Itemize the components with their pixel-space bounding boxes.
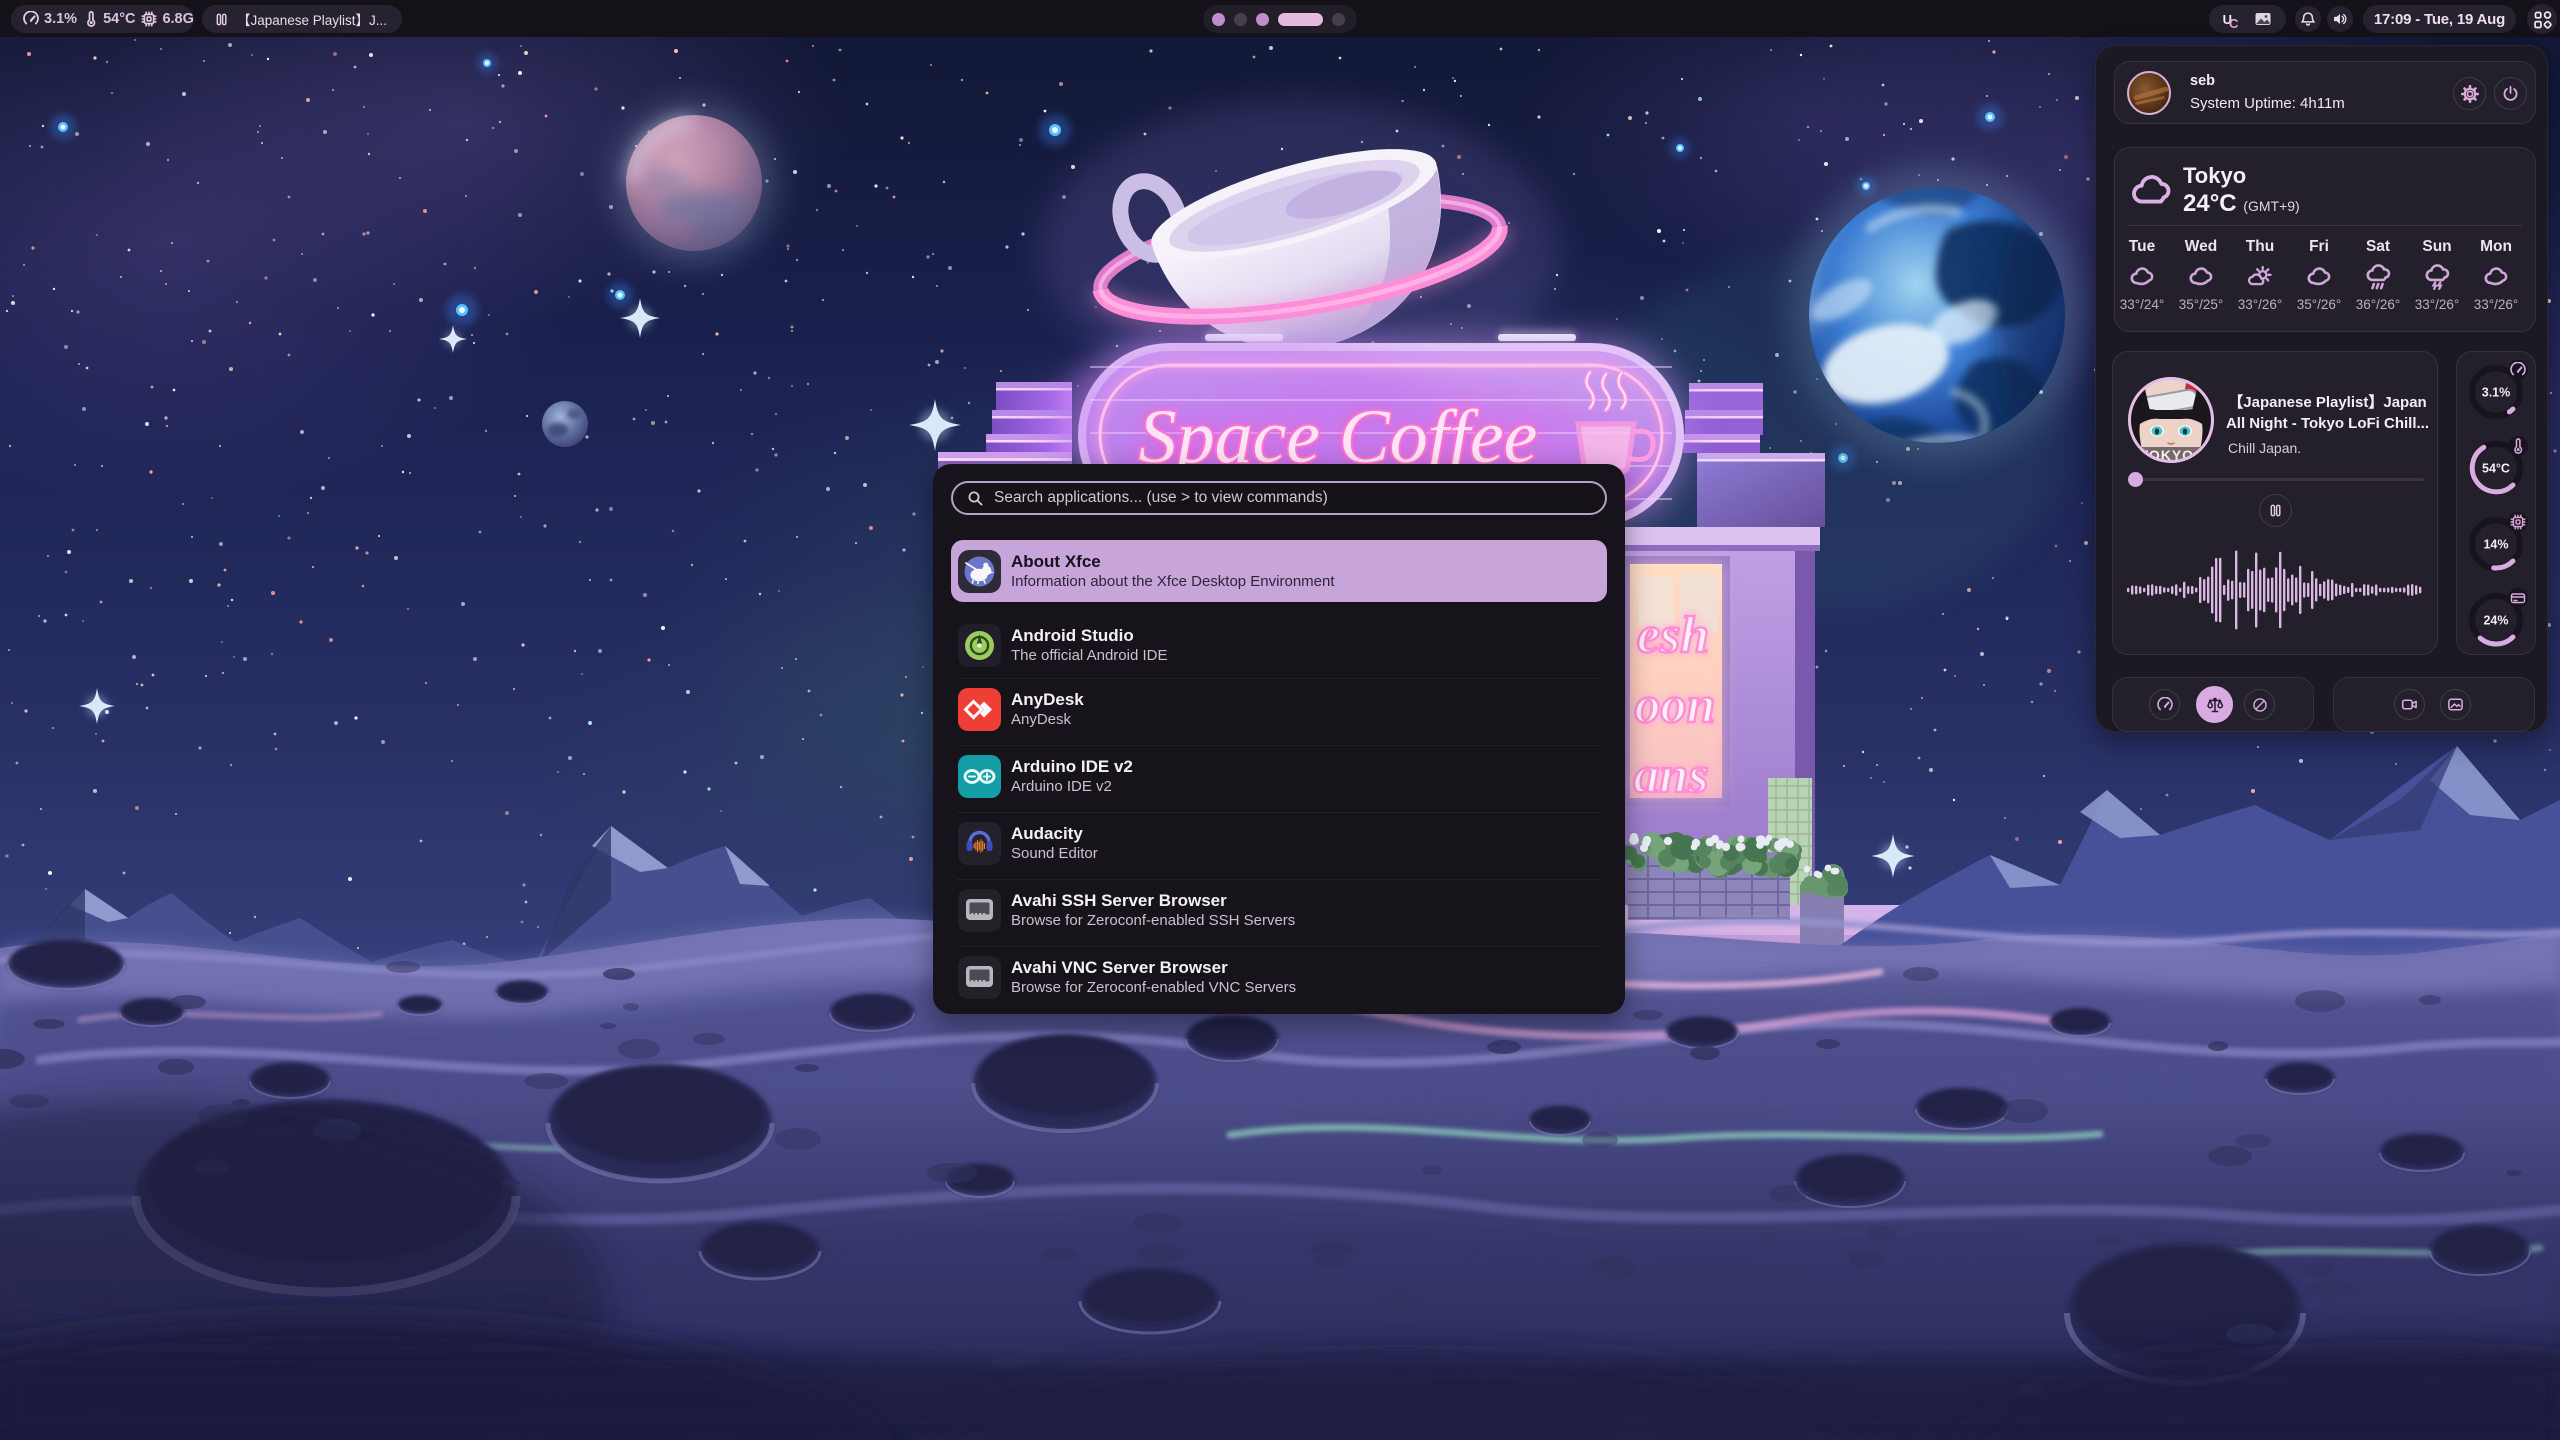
svg-text:54°C: 54°C xyxy=(2482,462,2510,476)
svg-text:ans: ans xyxy=(1633,747,1708,804)
svg-text:esh: esh xyxy=(1637,607,1709,664)
svg-text:3.1%: 3.1% xyxy=(2482,386,2511,400)
svg-text:14%: 14% xyxy=(2483,538,2508,552)
svg-text:oon: oon xyxy=(1635,677,1716,734)
svg-text:24%: 24% xyxy=(2483,614,2508,628)
